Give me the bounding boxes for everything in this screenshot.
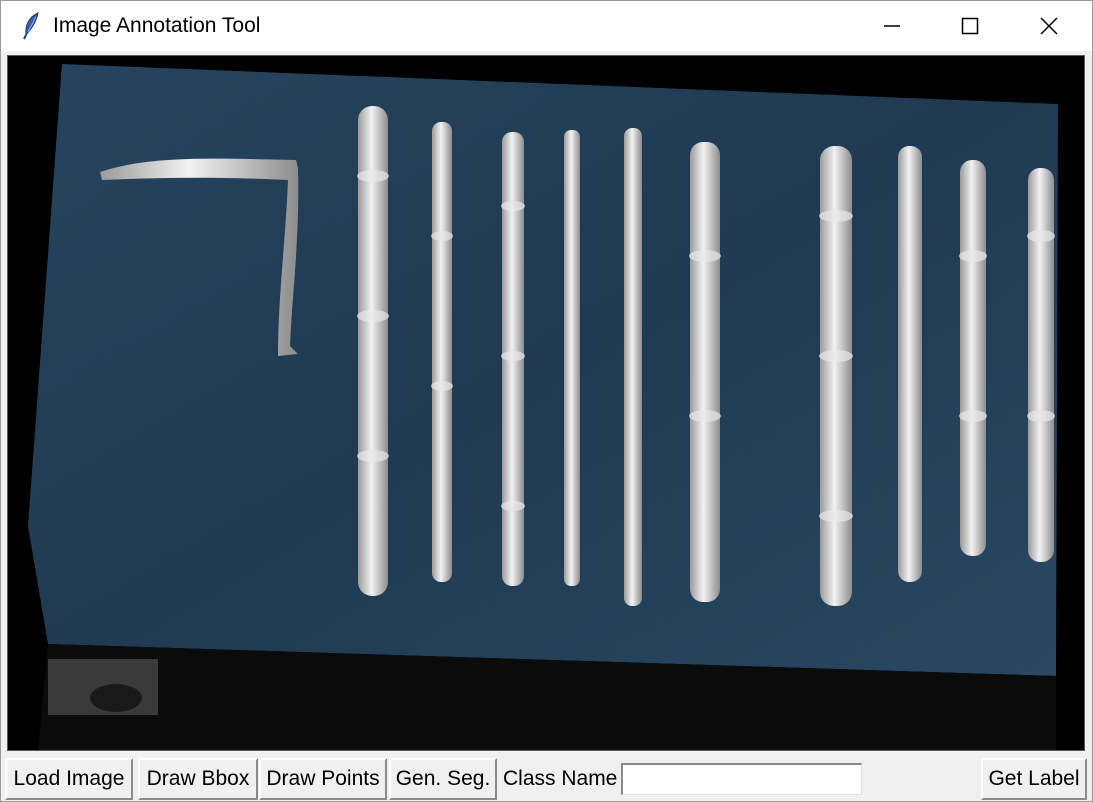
bead-9 [960,160,986,556]
class-name-label: Class Name [503,767,618,790]
window-title: Image Annotation Tool [53,14,261,37]
title-bar[interactable]: Image Annotation Tool [1,1,1092,51]
bead-4 [564,130,580,586]
minimize-icon [882,16,902,36]
maximize-button[interactable] [931,1,1009,51]
bottom-toolbar: Load Image Draw Bbox Draw Points Gen. Se… [5,758,1090,800]
image-canvas[interactable] [7,55,1085,751]
bead-10 [1028,168,1054,562]
minimize-button[interactable] [853,1,931,51]
bead-8 [898,146,922,582]
bead-2 [432,122,452,582]
app-window: Image Annotation Tool Load Image Draw Bb… [0,0,1093,802]
bead-6 [690,142,720,602]
feather-icon [19,11,45,41]
bead-5 [624,128,642,606]
close-button[interactable] [1010,1,1088,51]
draw-bbox-button[interactable]: Draw Bbox [138,758,258,800]
maximize-icon [960,16,980,36]
gen-seg-button[interactable]: Gen. Seg. [389,758,497,800]
get-label-button[interactable]: Get Label [981,758,1087,800]
load-image-button[interactable]: Load Image [5,758,133,800]
loaded-image [8,56,1084,750]
class-name-input[interactable] [621,763,862,795]
close-icon [1039,16,1059,36]
draw-points-button[interactable]: Draw Points [259,758,387,800]
